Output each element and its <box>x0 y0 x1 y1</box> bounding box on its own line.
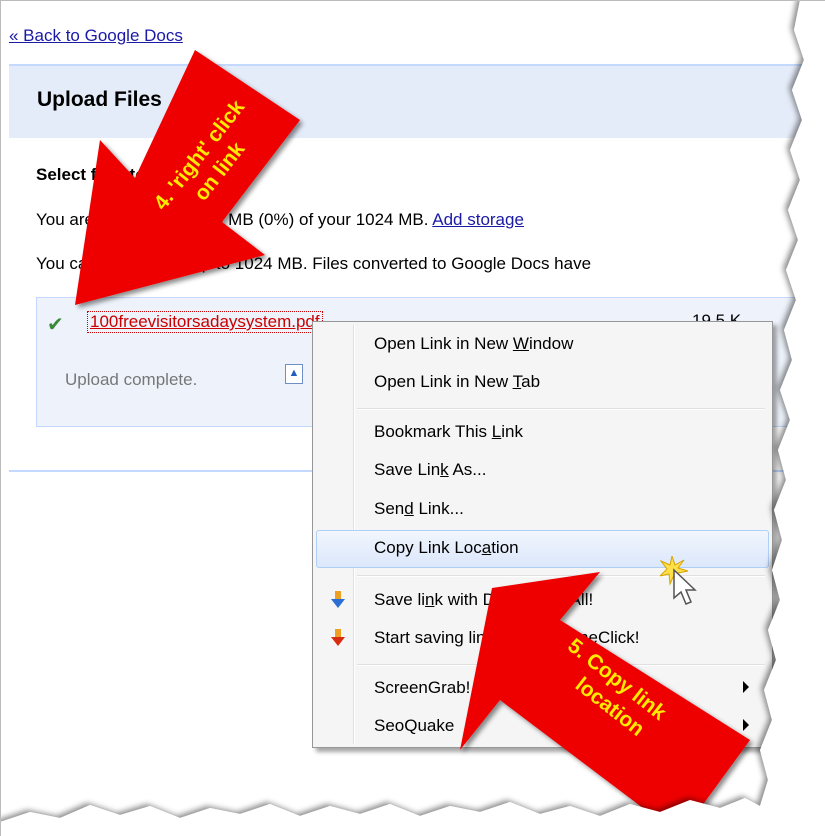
upload-limit-text: You can upload files up to 1024 MB. File… <box>36 254 592 273</box>
menu-label: Open Link in New Tab <box>374 372 541 391</box>
menu-label: Copy Link Location <box>374 538 519 557</box>
add-storage-link[interactable]: Add storage <box>432 210 524 229</box>
menu-open-new-tab[interactable]: Open Link in New Tab <box>316 364 767 400</box>
dta-oneclick-icon <box>331 629 345 646</box>
menu-label: Open Link in New Window <box>374 334 574 353</box>
menu-label: Save link with DownThemAll! <box>374 590 594 609</box>
google-docs-upload-page: « Back to Google Docs Upload Files Selec… <box>0 0 825 836</box>
menu-label: Save Link As... <box>374 460 487 479</box>
back-to-google-docs-link[interactable]: « Back to Google Docs <box>9 26 183 46</box>
storage-usage-text: You are currently using 0 MB (0%) of you… <box>36 210 524 230</box>
submenu-arrow-icon <box>743 681 749 693</box>
upload-status: Upload complete. <box>65 370 198 389</box>
check-icon: ✔ <box>47 314 64 336</box>
cursor-icon <box>660 556 697 605</box>
menu-label: ScreenGrab! <box>374 678 471 697</box>
page-title: Upload Files <box>37 88 162 111</box>
menu-screengrab[interactable]: ScreenGrab! <box>316 670 767 706</box>
menu-label: SeoQuake <box>374 716 455 735</box>
upload-icon: ▲ <box>285 364 303 384</box>
upload-header: Upload Files <box>9 64 825 138</box>
menu-save-link-as[interactable]: Save Link As... <box>316 452 767 488</box>
uploaded-file-link[interactable]: 100freevisitorsadaysystem.pdf <box>87 311 323 333</box>
menu-open-new-window[interactable]: Open Link in New Window <box>316 326 767 362</box>
submenu-arrow-icon <box>743 719 749 731</box>
downthemall-icon <box>331 591 345 608</box>
menu-separator <box>357 664 765 666</box>
menu-send-link[interactable]: Send Link... <box>316 491 767 527</box>
menu-bookmark-link[interactable]: Bookmark This Link <box>316 414 767 450</box>
menu-dta-oneclick[interactable]: Start saving link with dTa OneClick! <box>316 620 767 656</box>
section-title: Select files to upload <box>36 165 207 184</box>
menu-label: Bookmark This Link <box>374 422 523 441</box>
menu-separator <box>357 408 765 410</box>
menu-label: Send Link... <box>374 499 464 518</box>
storage-usage-label: You are currently using 0 MB (0%) of you… <box>36 210 429 229</box>
link-context-menu: Open Link in New Window Open Link in New… <box>312 321 773 748</box>
menu-label: Start saving link with dTa OneClick! <box>374 628 640 647</box>
menu-seoquake[interactable]: SeoQuake <box>316 708 767 744</box>
